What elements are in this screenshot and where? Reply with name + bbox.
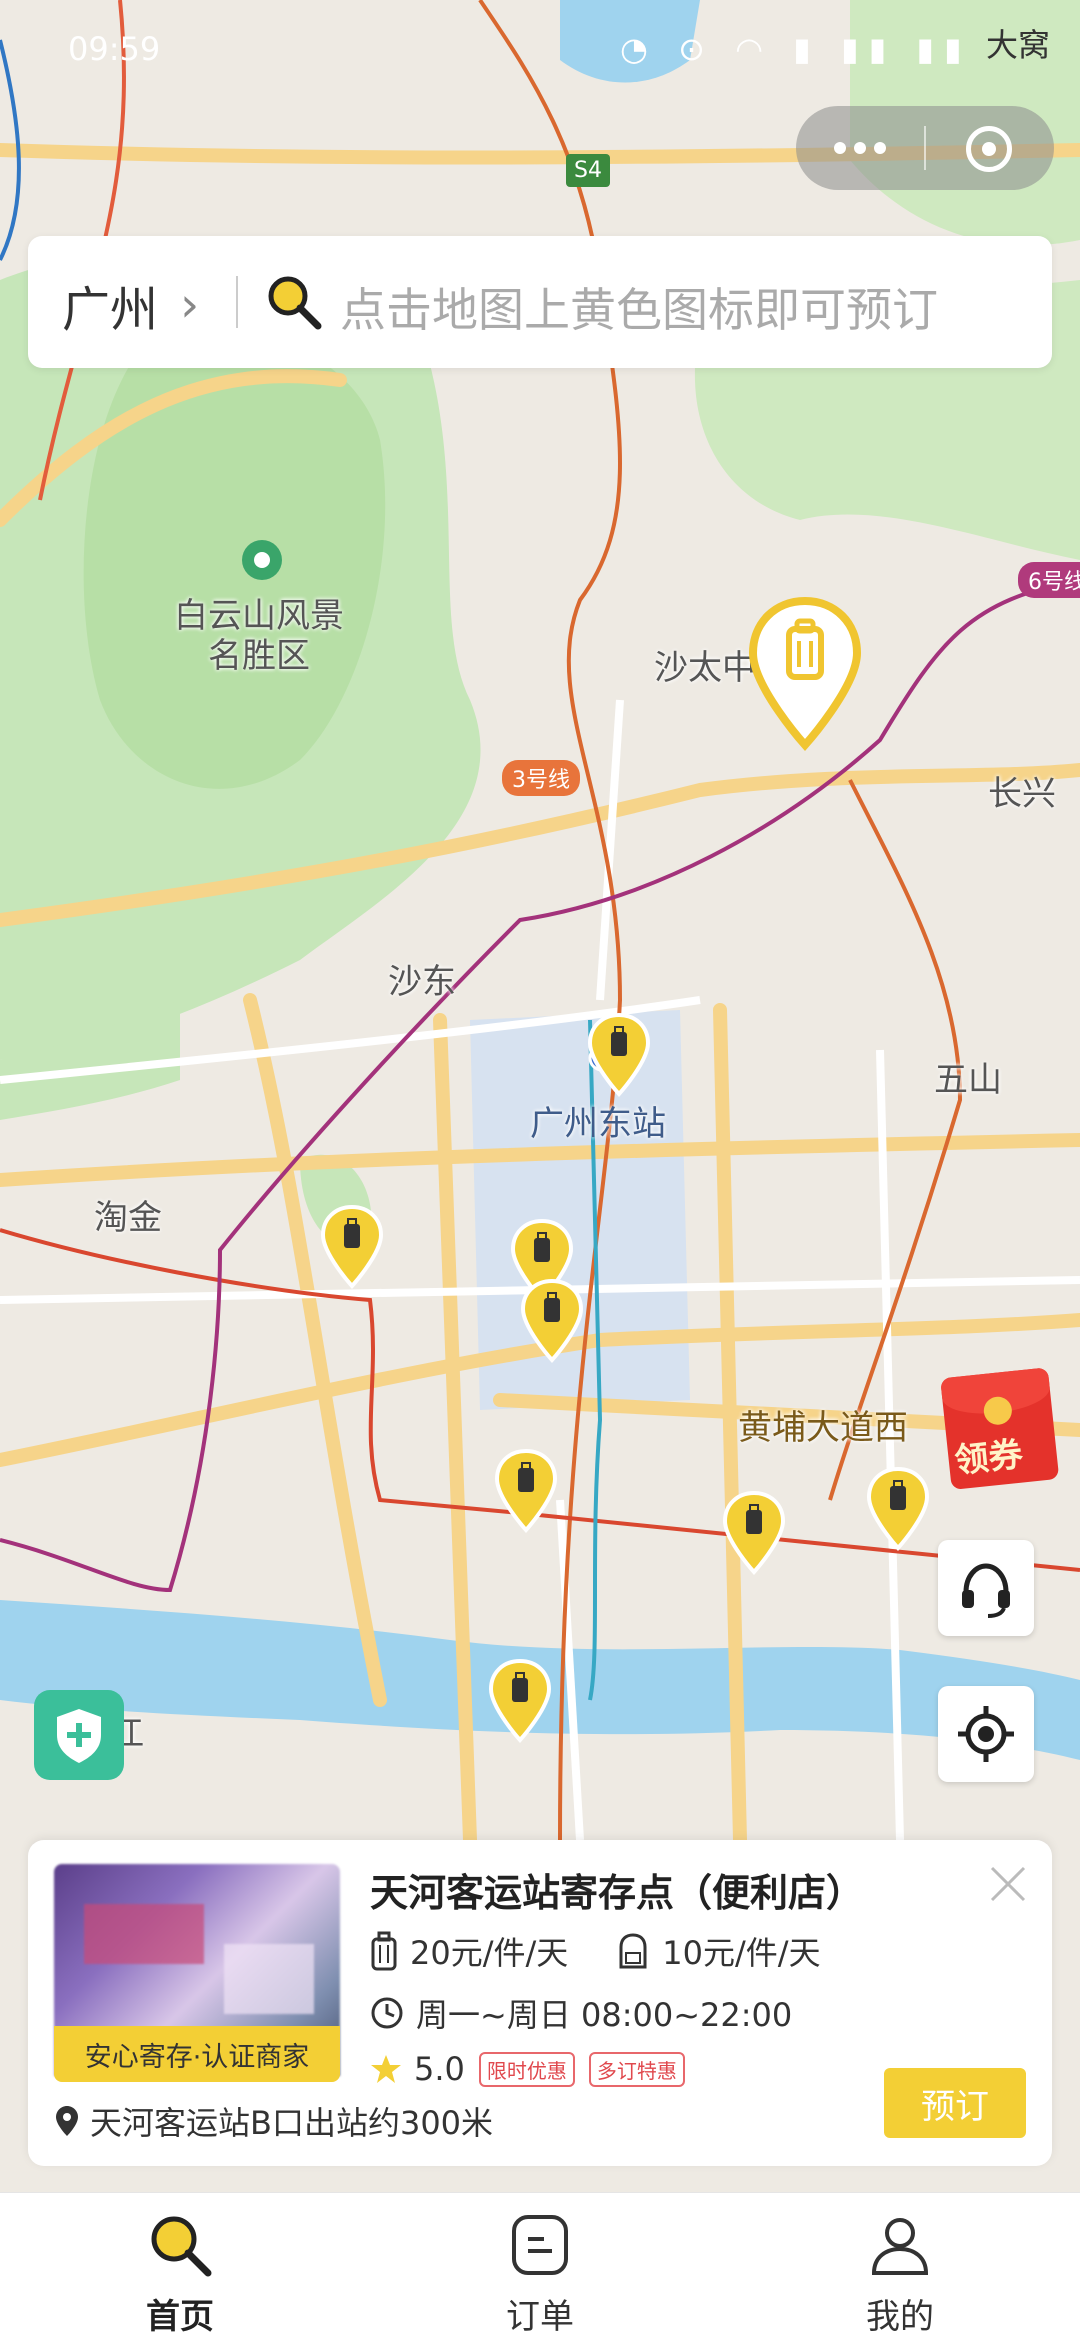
luggage-pin[interactable] [587, 1012, 651, 1098]
coupon-label: 领券 [952, 1434, 1025, 1482]
location-pin-icon [56, 2106, 78, 2136]
star-icon [371, 2055, 401, 2083]
clock-icon [371, 1997, 403, 2029]
map-label-guangzhou-east: 广州东站 [530, 1104, 666, 1144]
search-input[interactable]: 点击地图上黄色图标即可预订 [340, 274, 938, 340]
metro-line3-tag: 3号线 [502, 760, 580, 796]
address-text: 天河客运站B口出站约300米 [90, 2104, 494, 2142]
store-name: 天河客运站寄存点（便利店） [370, 1871, 865, 1915]
status-time: 09:59 [68, 30, 161, 68]
chevron-right-icon: › [180, 277, 200, 333]
luggage-pin[interactable] [488, 1658, 552, 1744]
luggage-pin[interactable] [320, 1204, 384, 1290]
search-icon [268, 276, 322, 330]
backpack-icon [619, 1933, 647, 1969]
miniprogram-capsule [796, 106, 1054, 190]
locate-button[interactable] [938, 1686, 1034, 1782]
luggage-price-text: 20元/件/天 [410, 1934, 569, 1972]
status-icons: ◔ ⊙ ◠ ▮ ▮▮ ▮▮ [620, 30, 972, 68]
store-card[interactable]: 安心寄存·认证商家 天河客运站寄存点（便利店） 20元/件/天 10元/件/天 [28, 1840, 1052, 2166]
more-icon[interactable] [796, 106, 924, 190]
safety-shield-button[interactable] [34, 1690, 124, 1780]
road-s4-tag: S4 [566, 154, 610, 187]
locate-icon [958, 1706, 1014, 1762]
customer-service-button[interactable] [938, 1540, 1034, 1636]
price-row: 20元/件/天 10元/件/天 [370, 1928, 869, 1974]
search-home-icon [151, 2216, 212, 2277]
capsule-divider [924, 126, 926, 170]
rating-value: 5.0 [414, 2050, 465, 2088]
map-label-huangpu: 黄埔大道西 [738, 1408, 908, 1448]
status-bar: 09:59 ◔ ⊙ ◠ ▮ ▮▮ ▮▮ 大窝 [0, 0, 1080, 100]
luggage-icon [371, 1931, 397, 1971]
nav-label-orders: 订单 [506, 2297, 574, 2337]
map-label-wushan: 五山 [934, 1060, 1002, 1100]
bag-price: 10元/件/天 [616, 1928, 821, 1974]
metro-line6-tag: 6号线 [1018, 562, 1080, 598]
promo-tag: 多订特惠 [588, 2051, 685, 2087]
nav-label-home: 首页 [146, 2297, 214, 2337]
hours-text: 周一~周日 08:00~22:00 [416, 1996, 793, 2034]
orders-icon [512, 2215, 568, 2275]
bag-price-text: 10元/件/天 [662, 1934, 821, 1972]
map-label-shadong: 沙东 [388, 962, 456, 1002]
search-divider [236, 276, 238, 328]
luggage-price: 20元/件/天 [370, 1928, 568, 1974]
map-label-shatai: 沙太中 [654, 648, 756, 688]
coupon-red-envelope[interactable]: 领券 [940, 1366, 1072, 1496]
close-icon[interactable] [986, 1862, 1030, 1906]
nav-item-mine[interactable]: 我的 [800, 2193, 1000, 2341]
map-label-taojin: 淘金 [94, 1198, 162, 1238]
nav-label-mine: 我的 [866, 2297, 934, 2337]
nav-item-home[interactable]: 首页 [80, 2193, 280, 2341]
map-label-baiyunshan: 白云山风景 名胜区 [174, 596, 344, 676]
map-label-changxing: 长兴 [988, 774, 1056, 814]
luggage-pin-selected[interactable] [745, 595, 865, 755]
shield-plus-icon [57, 1709, 101, 1763]
rating-row: 5.0 限时优惠 多订特惠 [370, 2050, 685, 2088]
city-label: 广州 [62, 282, 159, 338]
book-button[interactable]: 预订 [884, 2068, 1026, 2138]
close-miniprogram-icon[interactable] [966, 126, 1012, 172]
hours-row: 周一~周日 08:00~22:00 [370, 1990, 792, 2036]
headset-icon [962, 1563, 1010, 1618]
nav-item-orders[interactable]: 订单 [440, 2193, 640, 2341]
promo-tag: 限时优惠 [478, 2051, 575, 2087]
luggage-pin[interactable] [494, 1448, 558, 1534]
bottom-nav: 首页 订单 我的 [0, 2192, 1080, 2341]
address-row: 天河客运站B口出站约300米 [54, 2098, 493, 2144]
luggage-pin[interactable] [520, 1278, 584, 1364]
search-bar[interactable]: 广州 › 点击地图上黄色图标即可预订 [28, 236, 1052, 368]
status-network-label: 大窝 [985, 26, 1050, 64]
certified-badge: 安心寄存·认证商家 [54, 2026, 340, 2082]
user-icon [871, 2218, 929, 2275]
luggage-pin[interactable] [722, 1490, 786, 1576]
city-selector[interactable]: 广州 › [62, 270, 199, 340]
luggage-pin[interactable] [866, 1466, 930, 1552]
